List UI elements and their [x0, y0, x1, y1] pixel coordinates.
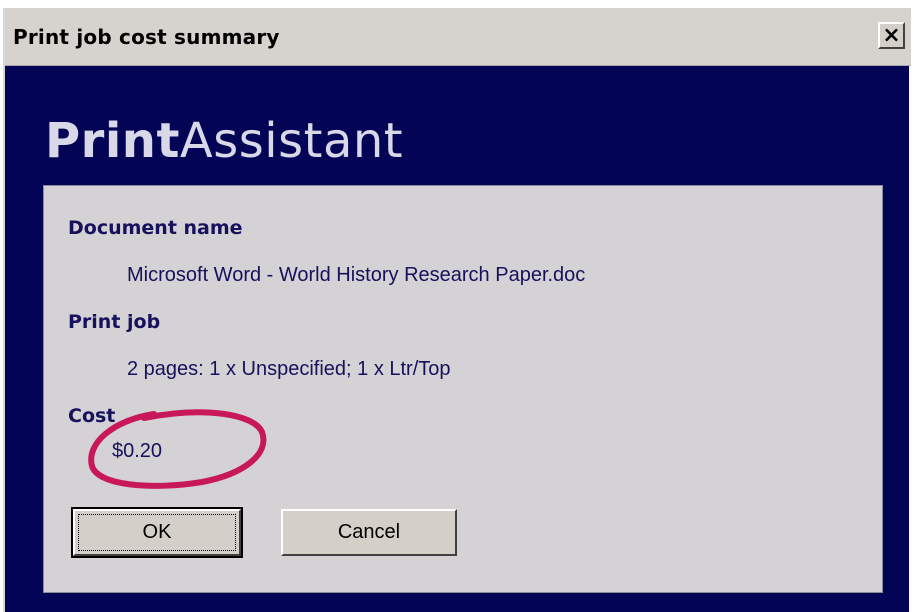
brand-logo-regular: Assistant	[179, 113, 404, 169]
print-cost-dialog: Print job cost summary × PrintAssistant …	[3, 8, 911, 612]
cancel-button[interactable]: Cancel	[281, 509, 457, 556]
ok-button[interactable]: OK	[71, 507, 243, 558]
print-job-heading: Print job	[68, 311, 161, 333]
title-bar: Print job cost summary ×	[5, 8, 911, 66]
document-name-value: Microsoft Word - World History Research …	[127, 264, 586, 286]
dialog-title: Print job cost summary	[13, 25, 280, 49]
brand-logo-bold: Print	[45, 113, 180, 169]
focus-rectangle	[78, 514, 236, 551]
summary-panel: Document name Microsoft Word - World His…	[43, 185, 883, 593]
close-button[interactable]: ×	[878, 22, 905, 49]
brand-logo: PrintAssistant	[45, 111, 403, 171]
cancel-button-label: Cancel	[337, 521, 401, 543]
cost-highlight-circle	[88, 409, 267, 489]
close-icon: ×	[882, 22, 901, 48]
print-job-value: 2 pages: 1 x Unspecified; 1 x Ltr/Top	[127, 358, 451, 380]
document-name-heading: Document name	[68, 217, 243, 239]
